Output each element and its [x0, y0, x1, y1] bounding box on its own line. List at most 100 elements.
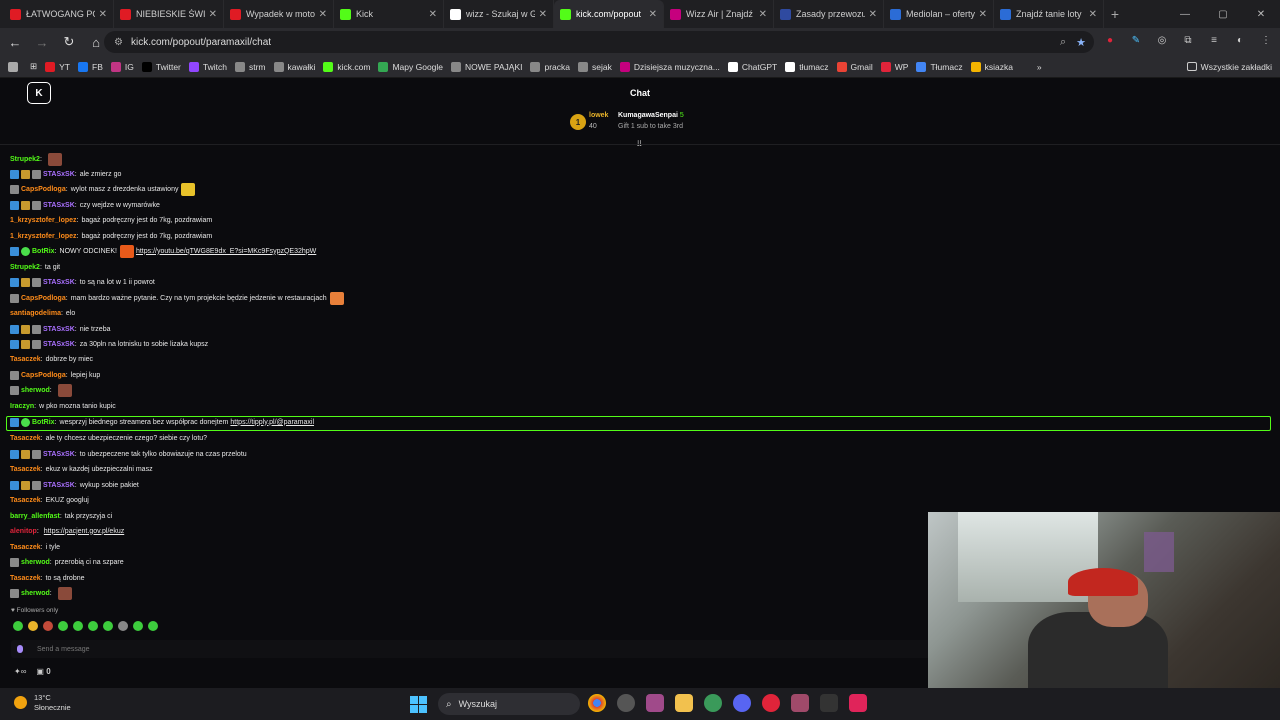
- bookmark-item[interactable]: ksiazka: [970, 61, 1013, 72]
- bookmark-grid-icon[interactable]: ⊞: [30, 61, 37, 72]
- browser-tab[interactable]: NIEBIESKIE ŚWIAT ✕: [114, 0, 224, 28]
- chat-badge-icon[interactable]: [32, 324, 41, 334]
- browser-tab[interactable]: Kick ✕: [334, 0, 444, 28]
- chat-badge-icon[interactable]: [32, 339, 41, 349]
- chat-username[interactable]: STASxSK: [43, 482, 75, 489]
- chat-username[interactable]: Tasaczek: [10, 575, 41, 582]
- tab-close-icon[interactable]: ✕: [869, 9, 877, 20]
- chat-input[interactable]: Send a message: [11, 640, 931, 658]
- chat-badge-icon[interactable]: [21, 449, 30, 459]
- chat-link[interactable]: https://youtu.be/qTWG8E9dx_E?si=MKc9Fsyp…: [136, 248, 316, 255]
- chat-badge-icon[interactable]: [10, 385, 19, 395]
- app-icon[interactable]: [617, 694, 635, 712]
- chat-badge-icon[interactable]: [10, 339, 19, 349]
- bookmark-item[interactable]: Gmail: [836, 61, 873, 72]
- chat-badge-icon[interactable]: [10, 588, 19, 598]
- bookmark-item[interactable]: tłumacz: [785, 61, 829, 72]
- chat-badge-icon[interactable]: [32, 277, 41, 287]
- chat-username[interactable]: CapsPodloga: [21, 295, 66, 302]
- app-icon[interactable]: [820, 694, 838, 712]
- chat-badge-icon[interactable]: [21, 480, 30, 490]
- zoom-icon[interactable]: ⌕: [1060, 36, 1066, 49]
- bookmark-item[interactable]: NOWE PAJĄKI: [451, 61, 522, 72]
- chat-badge-icon[interactable]: [10, 449, 19, 459]
- leader-user[interactable]: lowek: [589, 112, 608, 119]
- tab-close-icon[interactable]: ✕: [429, 9, 437, 20]
- bookmark-item[interactable]: kawałki: [273, 61, 315, 72]
- emote-icon[interactable]: [13, 621, 23, 631]
- chat-badge-icon[interactable]: [32, 449, 41, 459]
- bookmark-star-icon[interactable]: ★: [1076, 36, 1086, 49]
- emote-icon[interactable]: [73, 621, 83, 631]
- folder-icon[interactable]: [675, 694, 693, 712]
- reload-icon[interactable]: ↻: [57, 30, 81, 54]
- chat-badge-icon[interactable]: [21, 200, 30, 210]
- tab-close-icon[interactable]: ✕: [209, 9, 217, 20]
- bookmark-item[interactable]: YT: [45, 61, 70, 72]
- chat-username[interactable]: sherwod: [21, 559, 50, 566]
- bookmark-item[interactable]: IG: [110, 61, 134, 72]
- browser-tab[interactable]: wizz - Szukaj w G ✕: [444, 0, 554, 28]
- browser-tab[interactable]: ŁATWOGANG PO ✕: [4, 0, 114, 28]
- chat-badge-icon[interactable]: [21, 324, 30, 334]
- bookmark-item[interactable]: Twitch: [188, 61, 227, 72]
- forward-icon[interactable]: →: [30, 30, 54, 54]
- chat-badge-icon[interactable]: [10, 293, 19, 303]
- menu-list-icon[interactable]: ≡: [1206, 32, 1222, 48]
- chat-username[interactable]: Iraczyn: [10, 403, 34, 410]
- tab-close-icon[interactable]: ✕: [99, 9, 107, 20]
- chat-username[interactable]: Tasaczek: [10, 356, 41, 363]
- chat-username[interactable]: CapsPodloga: [21, 372, 66, 379]
- gifter[interactable]: KumagawaSenpai 5: [618, 112, 684, 119]
- chat-badge-icon[interactable]: [21, 246, 30, 256]
- bookmark-item[interactable]: strm: [234, 61, 266, 72]
- chat-username[interactable]: sherwod: [21, 387, 50, 394]
- chat-username[interactable]: STASxSK: [43, 341, 75, 348]
- chat-username[interactable]: STASxSK: [43, 326, 75, 333]
- browser-tab[interactable]: Wizz Air | Znajdź ✕: [664, 0, 774, 28]
- chat-username[interactable]: Strupek2: [10, 156, 40, 163]
- browser-tab[interactable]: Wypadek w moto ✕: [224, 0, 334, 28]
- close-icon[interactable]: ✕: [1242, 0, 1280, 28]
- bookmark-item[interactable]: pracka: [530, 61, 570, 72]
- tab-close-icon[interactable]: ✕: [649, 9, 657, 20]
- emote-icon[interactable]: [133, 621, 143, 631]
- opera-icon[interactable]: [762, 694, 780, 712]
- chat-badge-icon[interactable]: [10, 370, 19, 380]
- emote-icon[interactable]: [88, 621, 98, 631]
- emote-icon[interactable]: [103, 621, 113, 631]
- tab-close-icon[interactable]: ✕: [319, 9, 327, 20]
- microphone-icon[interactable]: [17, 645, 23, 653]
- back-icon[interactable]: ←: [3, 30, 27, 54]
- bookmark-item[interactable]: Tłumacz: [916, 61, 963, 72]
- emote-icon[interactable]: [28, 621, 38, 631]
- minimize-icon[interactable]: —: [1166, 0, 1204, 28]
- app-icon[interactable]: [704, 694, 722, 712]
- chat-badge-icon[interactable]: [21, 417, 30, 427]
- chat-username[interactable]: 1_krzysztofer_lopez: [10, 217, 77, 224]
- bookmark-item[interactable]: Dzisiejsza muzyczna...: [619, 61, 720, 72]
- profile-icon[interactable]: ◐: [1232, 32, 1248, 48]
- app-icon[interactable]: [791, 694, 809, 712]
- emote-icon[interactable]: [118, 621, 128, 631]
- all-bookmarks[interactable]: Wszystkie zakładki: [1186, 62, 1272, 72]
- tab-close-icon[interactable]: ✕: [979, 9, 987, 20]
- browser-tab[interactable]: kick.com/popout ✕: [554, 0, 664, 28]
- chat-username[interactable]: Strupek2: [10, 264, 40, 271]
- chat-badge-icon[interactable]: [10, 246, 19, 256]
- extension-icon[interactable]: ✎: [1128, 32, 1144, 48]
- weather-widget[interactable]: 13°C Słonecznie: [14, 693, 71, 713]
- chat-badge-icon[interactable]: [10, 184, 19, 194]
- tab-close-icon[interactable]: ✕: [1089, 9, 1097, 20]
- puzzle-icon[interactable]: ⧉: [1180, 32, 1196, 48]
- chat-badge-icon[interactable]: [10, 169, 19, 179]
- more-icon[interactable]: ⋮: [1258, 32, 1274, 48]
- emote-icon[interactable]: [58, 621, 68, 631]
- bookmarks-overflow-icon[interactable]: »: [1037, 62, 1042, 72]
- bookmark-item[interactable]: Twitter: [141, 61, 181, 72]
- chat-username[interactable]: sherwod: [21, 590, 50, 597]
- new-tab-icon[interactable]: +: [1104, 0, 1126, 28]
- chat-username[interactable]: alenitop: [10, 528, 37, 535]
- browser-tab[interactable]: Zasady przewozu ✕: [774, 0, 884, 28]
- chat-link[interactable]: https://tipply.pl/@paramaxil: [230, 419, 314, 426]
